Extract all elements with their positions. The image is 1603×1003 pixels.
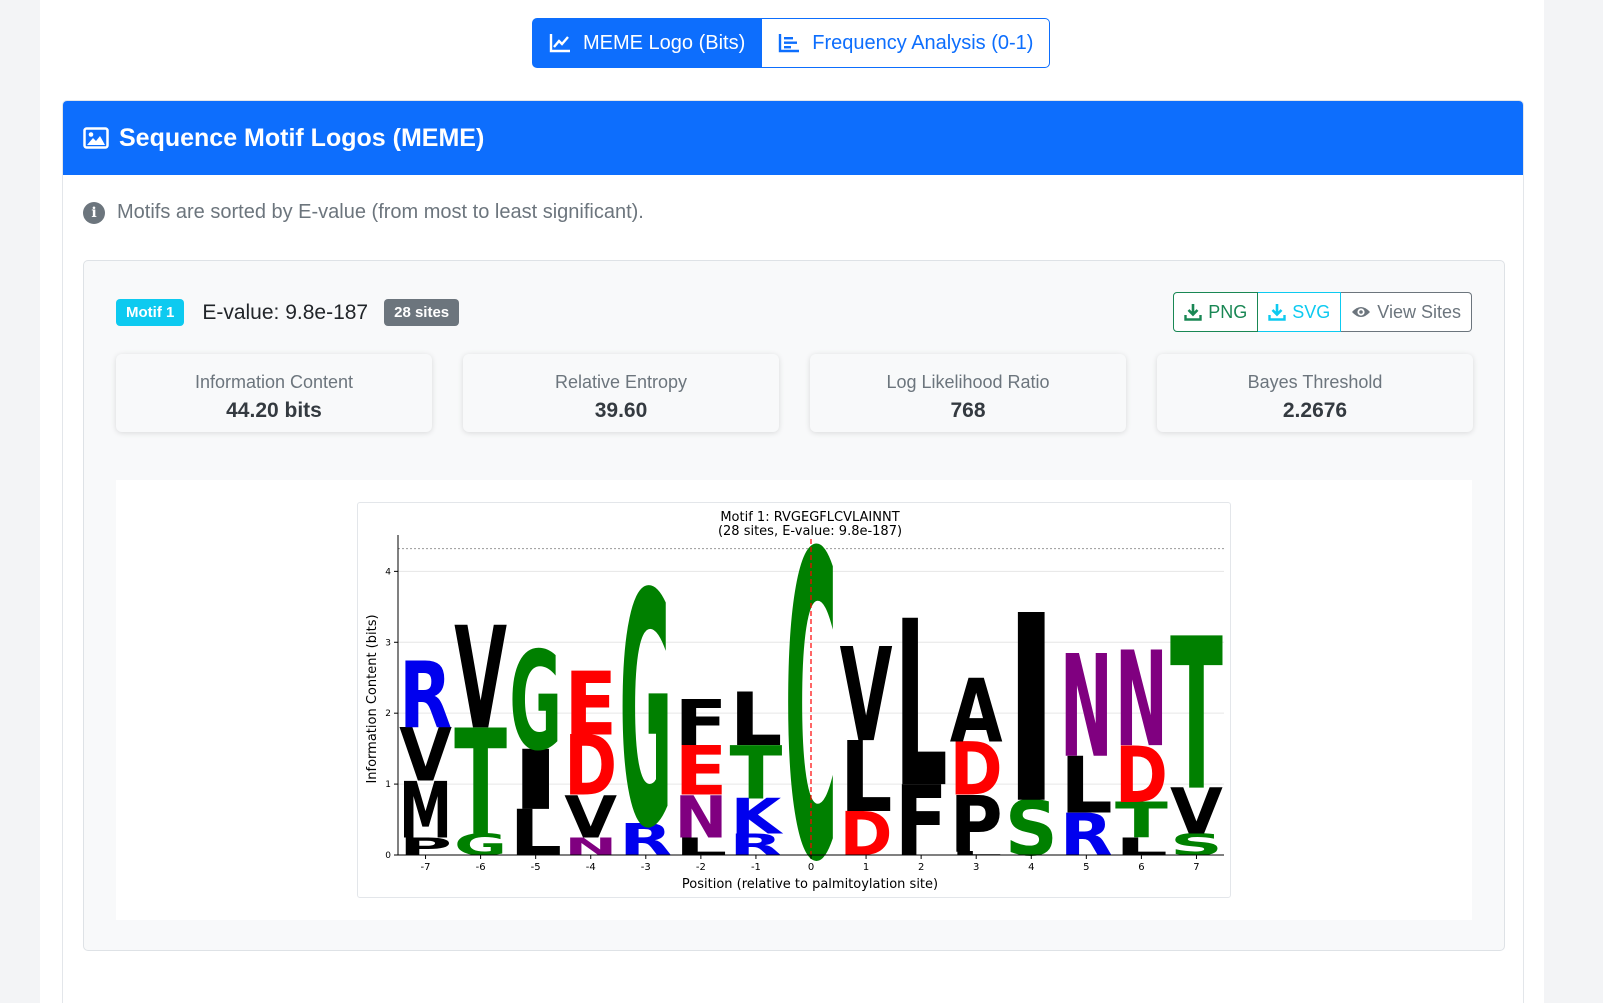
stat-label: Bayes Threshold [1247, 372, 1383, 392]
logo-letter: G [619, 525, 672, 899]
logo-letter: R [399, 643, 452, 750]
logo-letter: E [564, 654, 617, 756]
stat-value: 44.20 bits [226, 399, 322, 422]
download-png-button[interactable]: PNG [1173, 292, 1259, 332]
download-svg-label: SVG [1292, 301, 1331, 322]
card-header: Sequence Motif Logos (MEME) [63, 101, 1523, 175]
x-tick-label: 6 [1138, 862, 1144, 873]
download-svg-button[interactable]: SVG [1258, 292, 1342, 332]
stat-label: Relative Entropy [554, 372, 688, 392]
stat-bayes-threshold: Bayes Threshold 2.2676 [1157, 354, 1473, 432]
x-tick-label: -1 [751, 862, 761, 873]
x-tick-label: 1 [863, 862, 869, 873]
y-tick-label: 1 [385, 780, 391, 790]
x-tick-label: 3 [973, 862, 979, 873]
y-tick-label: 2 [385, 709, 391, 719]
logo-letter: T [1170, 595, 1223, 838]
y-axis-label: Information Content (bits) [365, 614, 380, 783]
stat-value: 768 [950, 399, 986, 422]
stat-value: 39.60 [594, 399, 648, 422]
download-icon [1268, 304, 1286, 321]
x-tick-label: -3 [641, 862, 651, 873]
x-tick-label: 2 [918, 862, 924, 873]
x-tick-label: 0 [808, 862, 814, 873]
x-tick-label: 4 [1028, 862, 1034, 873]
logo-letter: N [1115, 624, 1168, 777]
logo-letter: G [509, 623, 562, 781]
stat-value: 2.2676 [1282, 399, 1348, 422]
motif-logo-chart: Motif 1: RVGEGFLCVLAINNT (28 sites, E-va… [365, 503, 1224, 899]
x-tick-label: -7 [421, 862, 431, 873]
info-icon: i [83, 201, 105, 224]
y-tick-label: 4 [385, 567, 391, 577]
logo-container: Motif 1: RVGEGFLCVLAINNT (28 sites, E-va… [116, 480, 1472, 920]
x-tick-label: -4 [586, 862, 596, 873]
eye-icon [1352, 307, 1371, 317]
motif-header: Motif 1 E-value: 9.8e-187 28 sites [116, 299, 460, 326]
y-tick-label: 3 [385, 638, 391, 648]
image-icon [83, 127, 109, 149]
view-toggle: MEME Logo (Bits) Frequency Analysis (0-1… [532, 18, 1051, 68]
logo-letter: V [840, 621, 893, 771]
x-tick-label: -2 [696, 862, 706, 873]
download-icon [1184, 304, 1202, 321]
x-tick-label: -6 [476, 862, 486, 873]
view-sites-button[interactable]: View Sites [1341, 292, 1472, 332]
motif-evalue: E-value: 9.8e-187 [202, 300, 369, 324]
logo-letter: A [950, 661, 1003, 762]
download-png-label: PNG [1208, 301, 1248, 322]
motif-logos-card: Sequence Motif Logos (MEME) i Motifs are… [62, 100, 1524, 1003]
logo-letter: L [730, 679, 783, 763]
tab-frequency-analysis-label: Frequency Analysis (0-1) [812, 31, 1034, 54]
x-tick-label: 7 [1193, 862, 1199, 873]
motif-actions: PNG SVG View Sites [1173, 292, 1472, 332]
logo-letter: I [1005, 562, 1058, 862]
logo-letter: N [1060, 625, 1113, 789]
logo-letter: F [674, 686, 727, 760]
motif-panel: Motif 1 E-value: 9.8e-187 28 sites PNG S… [83, 260, 1505, 951]
card-title: Sequence Motif Logos (MEME) [119, 123, 485, 152]
stat-label: Log Likelihood Ratio [886, 372, 1050, 392]
view-sites-label: View Sites [1377, 301, 1461, 322]
stat-information-content: Information Content 44.20 bits [116, 354, 432, 432]
line-chart-icon [549, 34, 570, 53]
bar-chart-icon [779, 34, 800, 53]
sites-badge: 28 sites [384, 299, 460, 326]
x-tick-label: -5 [531, 862, 541, 873]
stat-relative-entropy: Relative Entropy 39.60 [463, 354, 779, 432]
sort-note-text: Motifs are sorted by E-value (from most … [117, 201, 644, 223]
y-tick-label: 0 [385, 851, 391, 861]
logo-letter: V [454, 598, 507, 762]
stat-log-likelihood-ratio: Log Likelihood Ratio 768 [810, 354, 1126, 432]
stat-label: Information Content [194, 372, 354, 392]
tab-frequency-analysis[interactable]: Frequency Analysis (0-1) [762, 18, 1051, 68]
page: MEME Logo (Bits) Frequency Analysis (0-1… [40, 0, 1544, 1003]
motif-badge: Motif 1 [116, 299, 185, 326]
motif-logo-figure: Motif 1: RVGEGFLCVLAINNT (28 sites, E-va… [357, 502, 1231, 899]
logo-letter: L [895, 573, 948, 839]
motif-stats: Information Content 44.20 bits Relative … [116, 354, 1473, 432]
sort-note: i Motifs are sorted by E-value (from mos… [83, 201, 644, 224]
tab-meme-logo-label: MEME Logo (Bits) [583, 31, 746, 54]
x-tick-label: 5 [1083, 862, 1089, 873]
tab-meme-logo[interactable]: MEME Logo (Bits) [532, 18, 763, 68]
